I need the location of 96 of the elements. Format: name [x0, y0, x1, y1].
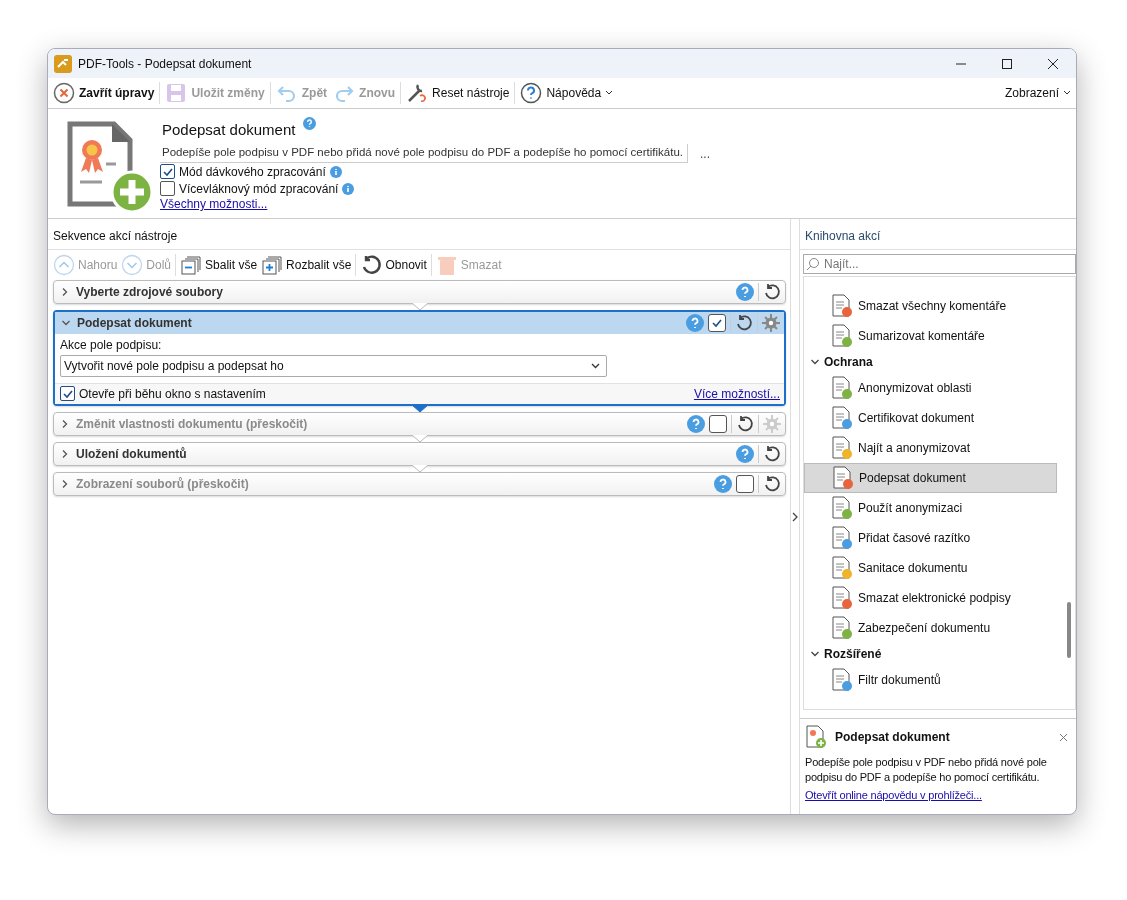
step-checkbox[interactable]	[708, 314, 726, 332]
chevron-icon[interactable]	[61, 318, 71, 328]
step-title: Zobrazení souborů (přeskočit)	[76, 477, 249, 491]
library-item[interactable]: Filtr dokumentů	[804, 665, 1057, 695]
info-description: Podepíše pole podpisu v PDF nebo přidá nové pole podpisu do PDF a podepíše ho pomocí certifikátu.	[805, 755, 1048, 785]
toolbar-button[interactable]: Sbalit vše	[178, 253, 260, 277]
checkbox[interactable]	[60, 386, 75, 401]
reset-icon[interactable]	[735, 314, 753, 332]
reset-icon[interactable]	[736, 415, 754, 433]
action-select[interactable]: Vytvořit nové pole podpisu a podepsat ho	[60, 355, 607, 377]
library-item[interactable]: Přidat časové razítko	[804, 523, 1057, 553]
step-title: Uložení dokumentů	[76, 447, 187, 461]
document-icon	[831, 406, 853, 430]
chevron-icon[interactable]	[60, 287, 70, 297]
panel-title: Sekvence akcí nástroje	[48, 219, 790, 250]
view-menu[interactable]: Zobrazení	[1001, 84, 1074, 102]
reset-icon[interactable]	[763, 445, 781, 463]
document-icon	[831, 294, 853, 318]
help-icon	[520, 82, 543, 104]
library-item[interactable]: Certifikovat dokument	[804, 403, 1057, 433]
toolbar-button[interactable]: Rozbalit vše	[259, 253, 354, 277]
all-options-link[interactable]: Všechny možnosti...	[160, 197, 717, 211]
chevron-icon[interactable]	[60, 419, 70, 429]
library-item[interactable]: Podepsat dokument	[804, 463, 1057, 493]
library-item[interactable]: Zabezpečení dokumentu	[804, 613, 1057, 643]
library-item[interactable]: Smazat elektronické podpisy	[804, 583, 1057, 613]
step-card[interactable]: Vyberte zdrojové soubory	[53, 280, 786, 304]
tool-description: Podepíše pole podpisu v PDF nebo přidá nové pole podpisu do PDF a podepíše ho pomocí certifikátu.	[160, 144, 689, 163]
chevron-icon[interactable]	[60, 479, 70, 489]
close-icon	[53, 82, 75, 104]
document-icon	[831, 376, 853, 400]
document-icon	[831, 526, 853, 550]
collapse-icon	[180, 254, 203, 276]
info-icon[interactable]	[329, 165, 342, 178]
library-item[interactable]: Použít anonymizaci	[804, 493, 1057, 523]
tool-title: Podepsat dokument	[162, 121, 296, 138]
option-label: Otevře při běhu okno s nastavením	[79, 386, 266, 401]
app-icon	[54, 54, 72, 73]
info-title: Podepsat dokument	[835, 730, 950, 744]
option-label: Vícevláknový mód zpracování	[179, 181, 339, 196]
group-title: Ochrana	[824, 355, 873, 369]
more-button[interactable]: ...	[694, 145, 717, 162]
document-icon	[831, 586, 853, 610]
chevron-icon[interactable]	[810, 649, 820, 659]
step-title: Vyberte zdrojové soubory	[76, 285, 223, 299]
window-title: PDF-Tools - Podepsat dokument	[78, 56, 252, 71]
library-item[interactable]: Najít a anonymizovat	[804, 433, 1057, 463]
toolbar-button[interactable]: Nápověda	[517, 80, 617, 106]
chevron-icon[interactable]	[60, 449, 70, 459]
document-icon	[831, 616, 853, 640]
step-checkbox[interactable]	[736, 475, 754, 493]
signed-document-icon	[805, 725, 827, 749]
library-item[interactable]: Anonymizovat oblasti	[804, 373, 1057, 403]
panel-title: Knihovna akcí	[800, 219, 1076, 250]
document-icon	[831, 668, 853, 692]
trash-icon	[435, 254, 458, 276]
library-item[interactable]: Smazat všechny komentáře	[804, 291, 1057, 321]
help-icon[interactable]	[736, 445, 754, 463]
document-icon	[831, 556, 853, 580]
scrollbar-thumb[interactable]	[1067, 602, 1071, 658]
toolbar-button[interactable]: Obnovit	[358, 253, 429, 277]
step-card[interactable]: Podepsat dokument Akce pole podpisu: Vytvořit nové pole podpisu a podepsat ho Otevře při běhu okno s nastavením Více možností...	[53, 310, 786, 406]
document-icon	[831, 436, 853, 460]
refresh-icon	[360, 254, 383, 276]
chevron-icon[interactable]	[810, 357, 820, 367]
library-item[interactable]: Sanitace dokumentu	[804, 553, 1057, 583]
document-icon	[831, 496, 853, 520]
step-card[interactable]: Uložení dokumentů	[53, 442, 786, 466]
more-options-link[interactable]: Více možností...	[693, 386, 780, 401]
caret-icon	[1063, 90, 1071, 96]
close-icon[interactable]	[1059, 732, 1068, 742]
toolbar-button[interactable]: Zavřít úpravy	[50, 80, 158, 106]
search-field[interactable]: Najít...	[803, 254, 1076, 274]
option-label: Mód dávkového zpracování	[179, 164, 326, 179]
caret-icon	[605, 90, 614, 96]
help-icon[interactable]	[303, 117, 317, 130]
reset-icon[interactable]	[763, 475, 781, 493]
caret-icon	[591, 363, 600, 369]
group-title: Rozšířené	[824, 647, 882, 661]
help-icon[interactable]	[736, 283, 754, 301]
expand-icon	[261, 254, 284, 276]
info-icon[interactable]	[342, 182, 355, 195]
checkbox[interactable]	[160, 181, 175, 196]
step-checkbox[interactable]	[709, 415, 727, 433]
library-item[interactable]: Sumarizovat komentáře	[804, 321, 1057, 351]
step-title: Změnit vlastnosti dokumentu (přeskočit)	[76, 417, 308, 431]
document-icon	[831, 324, 853, 348]
step-title: Podepsat dokument	[77, 316, 192, 330]
field-label: Akce pole podpisu:	[60, 338, 163, 352]
checkbox[interactable]	[160, 164, 175, 179]
toolbar-button[interactable]: Reset nástroje	[403, 80, 513, 106]
online-help-link[interactable]: Otevřít online nápovědu v prohlížeči...	[805, 789, 982, 801]
reset-icon[interactable]	[763, 283, 781, 301]
document-icon	[832, 466, 854, 490]
gear-icon[interactable]	[762, 314, 780, 332]
wrench-icon	[406, 82, 429, 104]
